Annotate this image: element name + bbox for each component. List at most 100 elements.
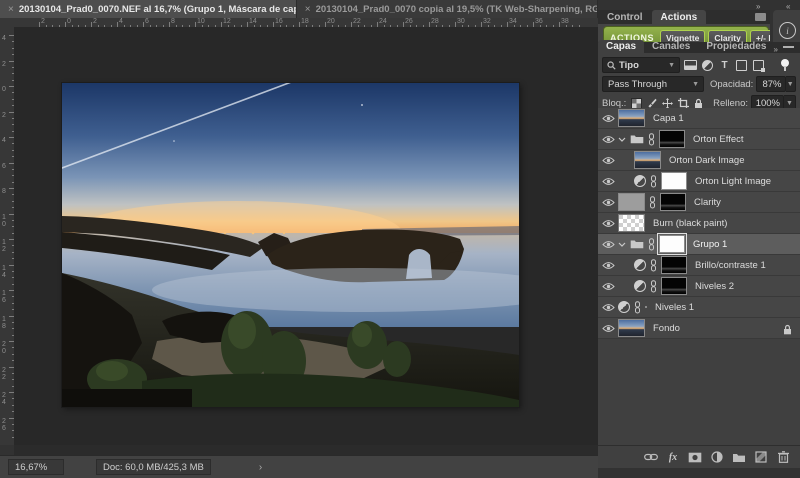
adjustment-layer-icon[interactable] (634, 259, 646, 271)
chevron-down-icon[interactable] (618, 242, 626, 247)
ruler-v-label: 4 (2, 35, 9, 42)
visibility-toggle[interactable] (598, 198, 618, 207)
opacity-dropdown-icon[interactable]: ▼ (786, 76, 797, 92)
filter-toggle-icon[interactable] (781, 59, 789, 71)
eye-icon[interactable] (602, 261, 615, 270)
layer-row-8[interactable]: Brillo/contraste 1 (598, 255, 800, 276)
tab-control[interactable]: Control (598, 10, 652, 24)
tab-actions[interactable]: Actions (652, 10, 707, 24)
visibility-toggle[interactable] (598, 261, 618, 270)
layer-mask-thumbnail[interactable] (660, 193, 686, 211)
close-icon[interactable]: × (8, 4, 14, 15)
layer-row-1[interactable]: Capa 1 (598, 108, 800, 129)
zoom-level-field[interactable]: 16,67% (8, 459, 64, 475)
new-adjustment-layer-icon[interactable] (710, 450, 724, 464)
info-panel-icon[interactable]: i (779, 22, 796, 39)
tab-capas[interactable]: Capas (598, 40, 644, 53)
layer-row-7[interactable]: Grupo 1 (598, 234, 800, 255)
layer-thumbnail[interactable] (618, 193, 645, 211)
eye-icon[interactable] (602, 114, 615, 123)
layer-filter-dropdown[interactable]: Tipo ▼ (602, 57, 680, 73)
link-mask-icon[interactable] (648, 133, 655, 146)
document-canvas[interactable] (14, 27, 598, 445)
visibility-toggle[interactable] (598, 219, 618, 228)
link-mask-icon[interactable] (650, 175, 657, 188)
close-icon[interactable]: × (305, 4, 311, 15)
chevron-down-icon[interactable] (618, 137, 626, 142)
adjustment-layer-icon[interactable] (634, 280, 646, 292)
link-layers-icon[interactable] (644, 450, 658, 464)
link-mask-icon[interactable] (634, 301, 641, 314)
eye-icon[interactable] (602, 177, 615, 186)
delete-layer-icon[interactable] (776, 450, 790, 464)
eye-icon[interactable] (602, 156, 615, 165)
layer-mask-thumbnail[interactable] (661, 172, 687, 190)
layer-mask-thumbnail[interactable] (659, 235, 685, 253)
layer-row-10[interactable]: Niveles 1 (598, 297, 800, 318)
layer-thumbnail[interactable] (634, 151, 661, 169)
visibility-toggle[interactable] (598, 282, 618, 291)
filter-pixel-layers-icon[interactable] (684, 60, 697, 71)
photo-image[interactable] (62, 83, 519, 407)
lock-paint-icon[interactable] (647, 98, 657, 109)
layer-row-6[interactable]: Burn (black paint) (598, 213, 800, 234)
visibility-toggle[interactable] (598, 177, 618, 186)
visibility-toggle[interactable] (598, 303, 618, 312)
layer-style-fx-icon[interactable]: fx (666, 450, 680, 464)
layer-thumbnail[interactable] (618, 109, 645, 127)
adjustment-layer-icon[interactable] (634, 175, 646, 187)
tab-propiedades[interactable]: Propiedades (698, 40, 774, 53)
layer-row-9[interactable]: Niveles 2 (598, 276, 800, 297)
link-mask-icon[interactable] (650, 280, 657, 293)
layer-mask-thumbnail[interactable] (661, 256, 687, 274)
eye-icon[interactable] (602, 240, 615, 249)
doc-tab-2[interactable]: × 20130104_Prad0_0070 copia al 19,5% (TK… (297, 0, 598, 18)
eye-icon[interactable] (602, 324, 615, 333)
filter-smart-object-icon[interactable] (752, 60, 765, 71)
blend-mode-dropdown[interactable]: Pass Through ▼ (602, 76, 704, 92)
adjustment-layer-icon[interactable] (618, 301, 630, 313)
new-group-icon[interactable] (732, 450, 746, 464)
visibility-toggle[interactable] (598, 135, 618, 144)
lock-position-icon[interactable] (662, 98, 673, 109)
layer-thumbnail[interactable] (618, 319, 645, 337)
link-mask-icon[interactable] (650, 259, 657, 272)
link-mask-icon[interactable] (649, 196, 656, 209)
layer-row-3[interactable]: Orton Dark Image (598, 150, 800, 171)
eye-icon[interactable] (602, 303, 615, 312)
status-options-arrow[interactable]: › (259, 462, 262, 473)
tab-canales[interactable]: Canales (644, 40, 698, 53)
layer-row-5[interactable]: Clarity (598, 192, 800, 213)
eye-icon[interactable] (602, 282, 615, 291)
layer-row-4[interactable]: Orton Light Image (598, 171, 800, 192)
scrollbar-strip[interactable] (14, 445, 598, 455)
eye-icon[interactable] (602, 219, 615, 228)
visibility-toggle[interactable] (598, 114, 618, 123)
lock-artboard-icon[interactable] (678, 98, 689, 109)
visibility-toggle[interactable] (598, 156, 618, 165)
layer-mask-thumbnail[interactable] (645, 306, 647, 308)
layer-row-11[interactable]: Fondo (598, 318, 800, 339)
opacity-field[interactable]: 87% (756, 76, 785, 92)
eye-icon[interactable] (602, 135, 615, 144)
ruler-h-label: 4 (119, 18, 123, 25)
visibility-toggle[interactable] (598, 240, 618, 249)
link-mask-icon[interactable] (648, 238, 655, 251)
lock-transparency-icon[interactable] (631, 98, 642, 109)
filter-adjustment-layers-icon[interactable] (701, 60, 714, 71)
filter-value: Tipo (619, 60, 639, 71)
new-layer-icon[interactable] (754, 450, 768, 464)
panel-menu-icon[interactable] (755, 13, 766, 21)
add-layer-mask-icon[interactable] (688, 450, 702, 464)
eye-icon[interactable] (602, 198, 615, 207)
layer-mask-thumbnail[interactable] (661, 277, 687, 295)
doc-tab-1[interactable]: × 20130104_Prad0_0070.NEF al 16,7% (Grup… (0, 0, 297, 18)
filter-shape-layers-icon[interactable] (735, 60, 748, 71)
lock-all-icon[interactable] (694, 98, 703, 109)
layer-thumbnail[interactable] (618, 214, 645, 232)
layer-row-2[interactable]: Orton Effect (598, 129, 800, 150)
layer-mask-thumbnail[interactable] (659, 130, 685, 148)
vertical-ruler: 4202468101214161820222426 (0, 27, 15, 445)
filter-type-layers-icon[interactable]: T (718, 60, 731, 71)
visibility-toggle[interactable] (598, 324, 618, 333)
